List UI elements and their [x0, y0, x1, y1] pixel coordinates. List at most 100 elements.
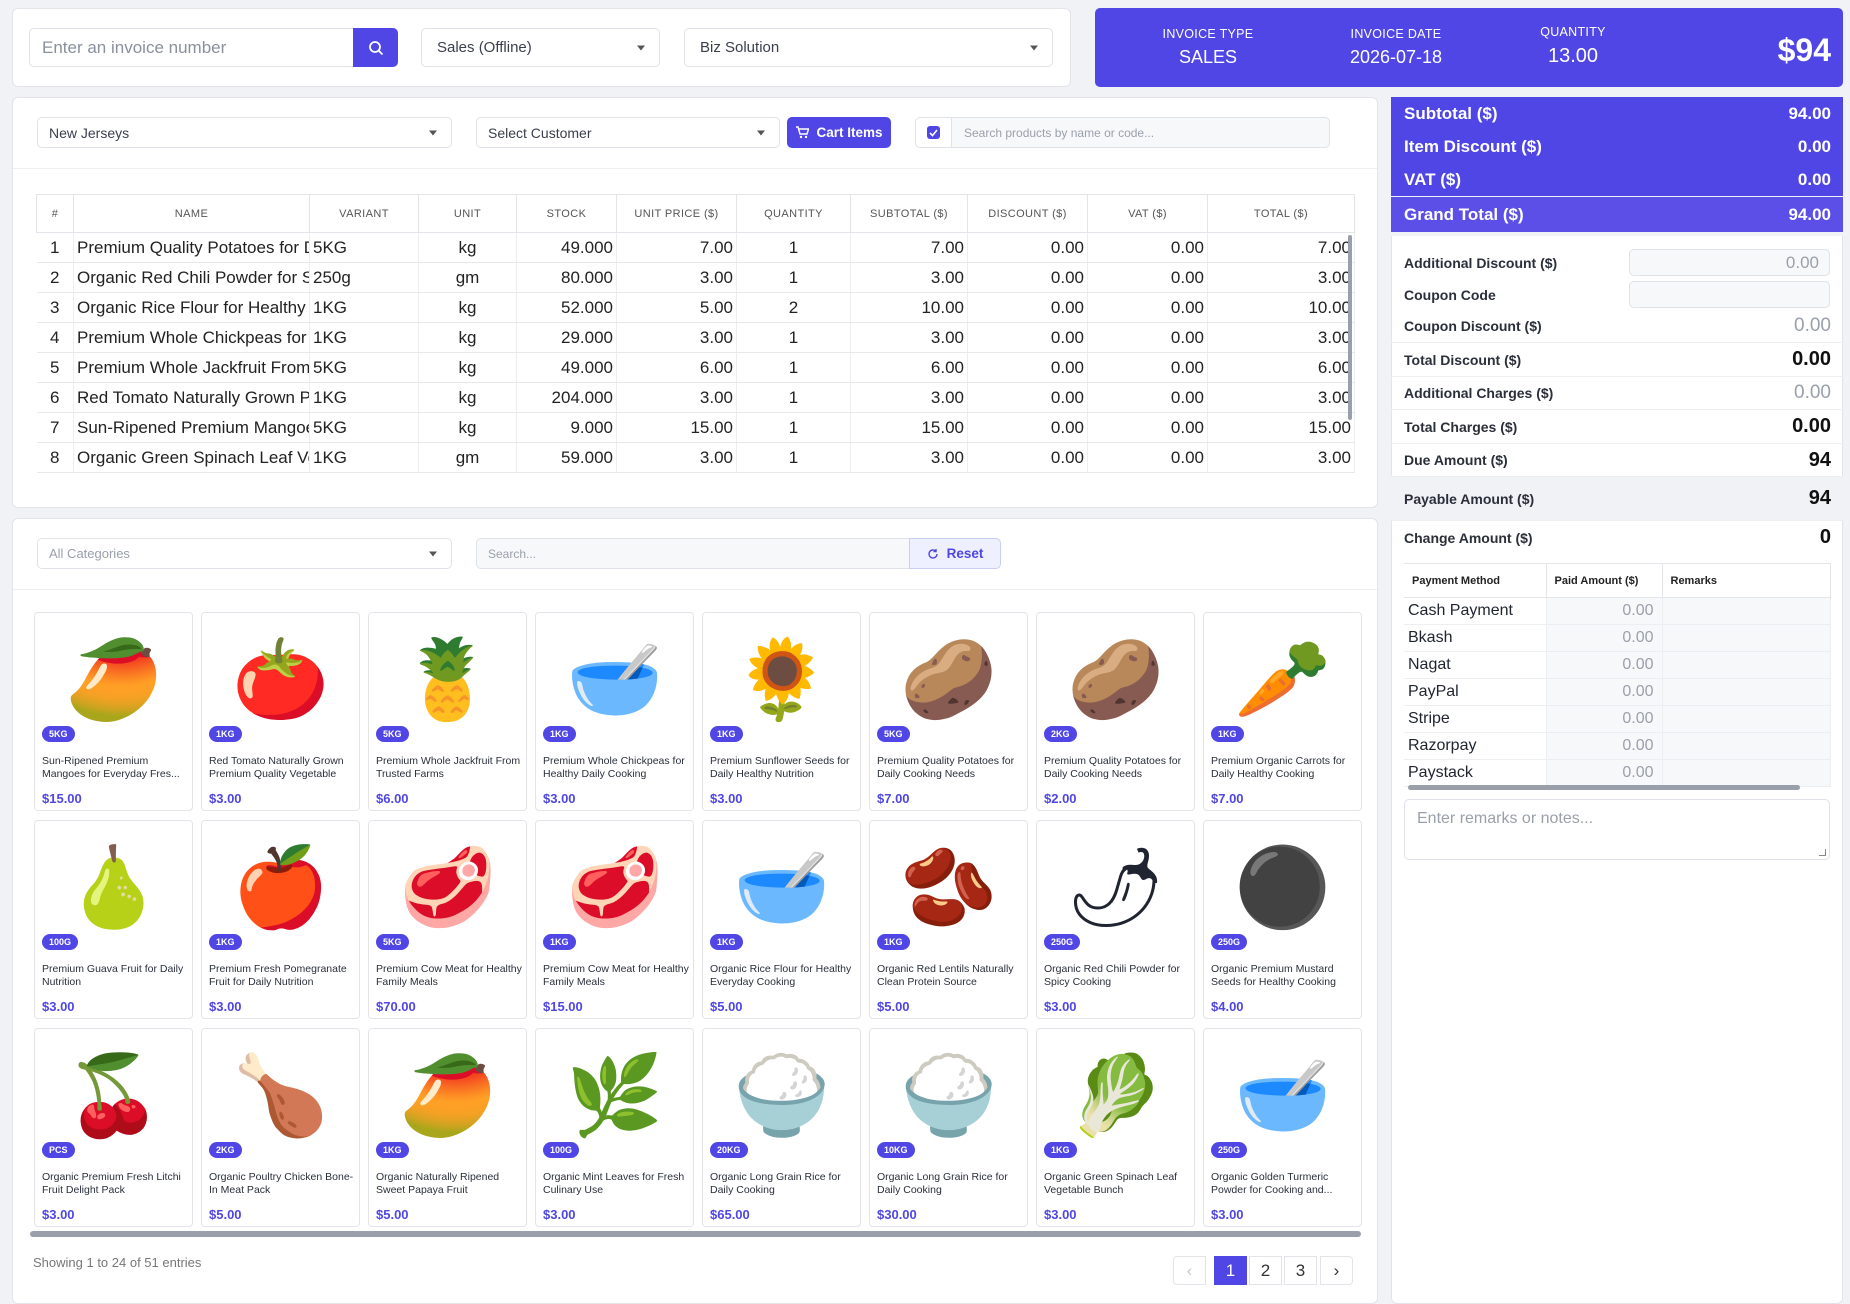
coupon-code-input[interactable] — [1629, 281, 1830, 308]
cart-toolbar-divider — [13, 168, 1377, 169]
paid-amount-input[interactable]: 0.00 — [1546, 705, 1663, 733]
product-card[interactable]: ⚫ 250G Organic Premium Mustard Seeds for H… — [1203, 820, 1362, 1019]
product-price: $65.00 — [710, 1207, 750, 1222]
additional-discount-label: Additional Discount ($) — [1404, 254, 1558, 271]
paid-amount-input[interactable]: 0.00 — [1546, 678, 1663, 706]
pagination-page-2[interactable]: 2 — [1249, 1256, 1282, 1285]
table-row[interactable]: 1Premium Quality Potatoes for Daily Cook… — [36, 232, 1355, 263]
customer-select[interactable]: Select Customer — [476, 117, 780, 148]
product-card[interactable]: 🥣 1KG Organic Rice Flour for Healthy Every… — [702, 820, 861, 1019]
table-row[interactable]: 2Organic Red Chili Powder for Spicy Cook… — [36, 262, 1355, 293]
product-card[interactable]: 🥔 2KG Premium Quality Potatoes for Daily C… — [1036, 612, 1195, 811]
table-row[interactable]: 5Premium Whole Jackfruit From Trusted Fa… — [36, 352, 1355, 383]
product-card[interactable]: 🫘 1KG Organic Red Lentils Naturally Clean … — [869, 820, 1028, 1019]
invoice-total-amount: $94 — [1777, 32, 1831, 68]
product-card[interactable]: 🌻 1KG Premium Sunflower Seeds for Daily He… — [702, 612, 861, 811]
coupon-discount-label: Coupon Discount ($) — [1404, 318, 1542, 334]
table-cell: 59.000 — [516, 442, 617, 473]
paid-amount-input[interactable]: 0.00 — [1546, 597, 1663, 625]
pagination-page-1[interactable]: 1 — [1214, 1256, 1247, 1285]
product-card[interactable]: 🍐 100G Premium Guava Fruit for Daily Nutri… — [34, 820, 193, 1019]
pagination-next-button[interactable]: › — [1320, 1256, 1353, 1285]
paid-amount-input[interactable]: 0.00 — [1546, 624, 1663, 652]
cart-items-button[interactable]: Cart Items — [787, 117, 891, 148]
product-card[interactable]: 🥔 5KG Premium Quality Potatoes for Daily C… — [869, 612, 1028, 811]
payment-row: PayPal 0.00 — [1404, 678, 1831, 706]
cart-table-header: # NAME VARIANT UNIT STOCK UNIT PRICE ($) QUANT… — [36, 194, 1355, 233]
product-card[interactable]: 🌶 250G Organic Red Chili Powder for Spicy … — [1036, 820, 1195, 1019]
variant-badge: 10KG — [877, 1142, 915, 1158]
product-card[interactable]: 🥕 1KG Premium Organic Carrots for Daily He… — [1203, 612, 1362, 811]
product-card[interactable]: 🌿 100G Organic Mint Leaves for Fresh Culin… — [535, 1028, 694, 1227]
remarks-textarea[interactable]: Enter remarks or notes... — [1404, 799, 1830, 860]
table-row[interactable]: 6Red Tomato Naturally Grown Premium Qual… — [36, 382, 1355, 413]
table-cell: 0.00 — [1087, 292, 1208, 323]
payment-remarks-input[interactable] — [1662, 624, 1831, 652]
payment-scrollbar[interactable] — [1408, 785, 1800, 790]
product-card[interactable]: 🍚 20KG Organic Long Grain Rice for Daily C… — [702, 1028, 861, 1227]
product-card[interactable]: 🍍 5KG Premium Whole Jackfruit From Trusted… — [368, 612, 527, 811]
payment-remarks-input[interactable] — [1662, 705, 1831, 733]
table-cell: 29.000 — [516, 322, 617, 353]
product-search-input[interactable]: Search products by name or code... — [951, 117, 1330, 148]
variant-badge: 1KG — [710, 934, 743, 950]
payment-remarks-input[interactable] — [1662, 597, 1831, 625]
product-card[interactable]: 🥣 250G Organic Golden Turmeric Powder for … — [1203, 1028, 1362, 1227]
search-invoice-button[interactable] — [353, 28, 398, 67]
product-card[interactable]: 🍅 1KG Red Tomato Naturally Grown Premium Q… — [201, 612, 360, 811]
table-row[interactable]: 3Organic Rice Flour for Healthy Everyday… — [36, 292, 1355, 323]
table-row[interactable]: 4Premium Whole Chickpeas for Healthy Dai… — [36, 322, 1355, 353]
product-price: $3.00 — [42, 1207, 75, 1222]
product-card[interactable]: 🥣 1KG Premium Whole Chickpeas for Healthy … — [535, 612, 694, 811]
product-price: $3.00 — [543, 1207, 576, 1222]
variant-badge: 100G — [42, 934, 79, 950]
cart-category-select[interactable]: New Jerseys — [37, 117, 452, 148]
product-card[interactable]: 🥬 1KG Organic Green Spinach Leaf Vegetable… — [1036, 1028, 1195, 1227]
table-cell: 1 — [36, 232, 74, 263]
table-cell: 5KG — [309, 352, 419, 383]
product-card[interactable]: 🍗 2KG Organic Poultry Chicken Bone-In Meat… — [201, 1028, 360, 1227]
table-cell: 2 — [36, 262, 74, 293]
invoice-number-input[interactable]: Enter an invoice number — [29, 28, 354, 67]
product-category-select[interactable]: All Categories — [37, 538, 452, 569]
paid-amount-input[interactable]: 0.00 — [1546, 759, 1663, 787]
table-cell: 4 — [36, 322, 74, 353]
due-amount-row: Due Amount ($) 94 — [1391, 444, 1843, 477]
product-card[interactable]: 🍒 PCS Organic Premium Fresh Litchi Fruit D… — [34, 1028, 193, 1227]
payment-remarks-input[interactable] — [1662, 678, 1831, 706]
product-card[interactable]: 🍎 1KG Premium Fresh Pomegranate Fruit for … — [201, 820, 360, 1019]
paid-amount-input[interactable]: 0.00 — [1546, 732, 1663, 760]
vat-row: VAT ($) 0.00 — [1391, 163, 1843, 196]
additional-discount-input[interactable]: 0.00 — [1629, 249, 1830, 276]
product-search-toggle[interactable] — [915, 117, 952, 148]
table-cell: 0.00 — [1087, 352, 1208, 383]
variant-badge: 5KG — [376, 934, 409, 950]
table-row[interactable]: 8Organic Green Spinach Leaf Vegetable Bu… — [36, 442, 1355, 473]
table-row[interactable]: 7Sun-Ripened Premium Mangoes for Everyda… — [36, 412, 1355, 443]
business-value: Biz Solution — [700, 39, 780, 56]
paid-amount-input[interactable]: 0.00 — [1546, 651, 1663, 679]
variant-badge: 1KG — [209, 726, 242, 742]
resize-handle-icon[interactable] — [1819, 849, 1826, 856]
payment-remarks-input[interactable] — [1662, 651, 1831, 679]
business-select[interactable]: Biz Solution — [684, 28, 1053, 67]
product-card[interactable]: 🥭 5KG Sun-Ripened Premium Mangoes for Ever… — [34, 612, 193, 811]
pagination-prev-button[interactable]: ‹ — [1173, 1256, 1206, 1285]
product-card[interactable]: 🥩 5KG Premium Cow Meat for Healthy Family … — [368, 820, 527, 1019]
product-grid-search-input[interactable]: Search... — [476, 538, 910, 569]
product-card[interactable]: 🥩 1KG Premium Cow Meat for Healthy Family … — [535, 820, 694, 1019]
table-cell: 6.00 — [616, 352, 737, 383]
product-card[interactable]: 🥭 1KG Organic Naturally Ripened Sweet Papa… — [368, 1028, 527, 1227]
product-grid-scrollbar[interactable] — [30, 1231, 1361, 1237]
sale-type-select[interactable]: Sales (Offline) — [421, 28, 660, 67]
product-card[interactable]: 🍚 10KG Organic Long Grain Rice for Daily C… — [869, 1028, 1028, 1227]
cart-scrollbar[interactable] — [1348, 235, 1352, 420]
pagination-page-3[interactable]: 3 — [1284, 1256, 1317, 1285]
reset-button[interactable]: Reset — [909, 538, 1001, 569]
payment-remarks-input[interactable] — [1662, 759, 1831, 787]
product-name: Organic Rice Flour for Healthy Everyday … — [710, 963, 852, 988]
product-name: Premium Whole Chickpeas for Healthy Dail… — [543, 755, 685, 780]
chevron-down-icon — [757, 130, 765, 135]
payment-remarks-input[interactable] — [1662, 732, 1831, 760]
variant-badge: 2KG — [209, 1142, 242, 1158]
